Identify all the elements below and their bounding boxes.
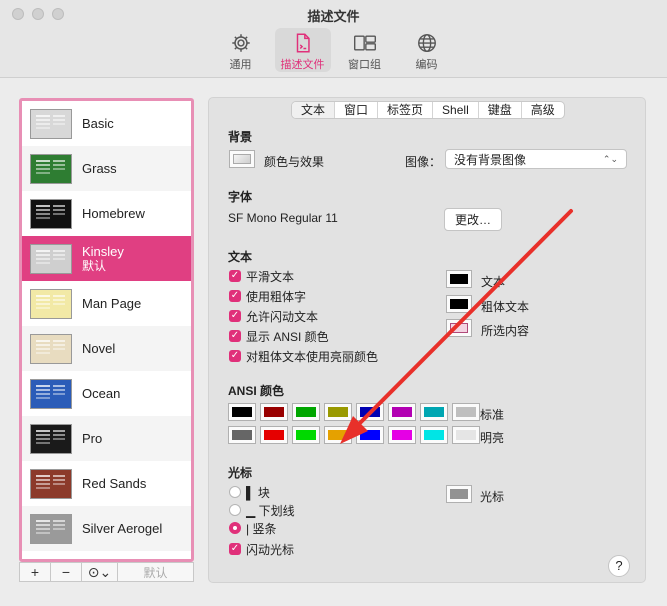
annotation-arrow-shaft [350, 209, 573, 433]
annotation-arrow [340, 209, 573, 444]
